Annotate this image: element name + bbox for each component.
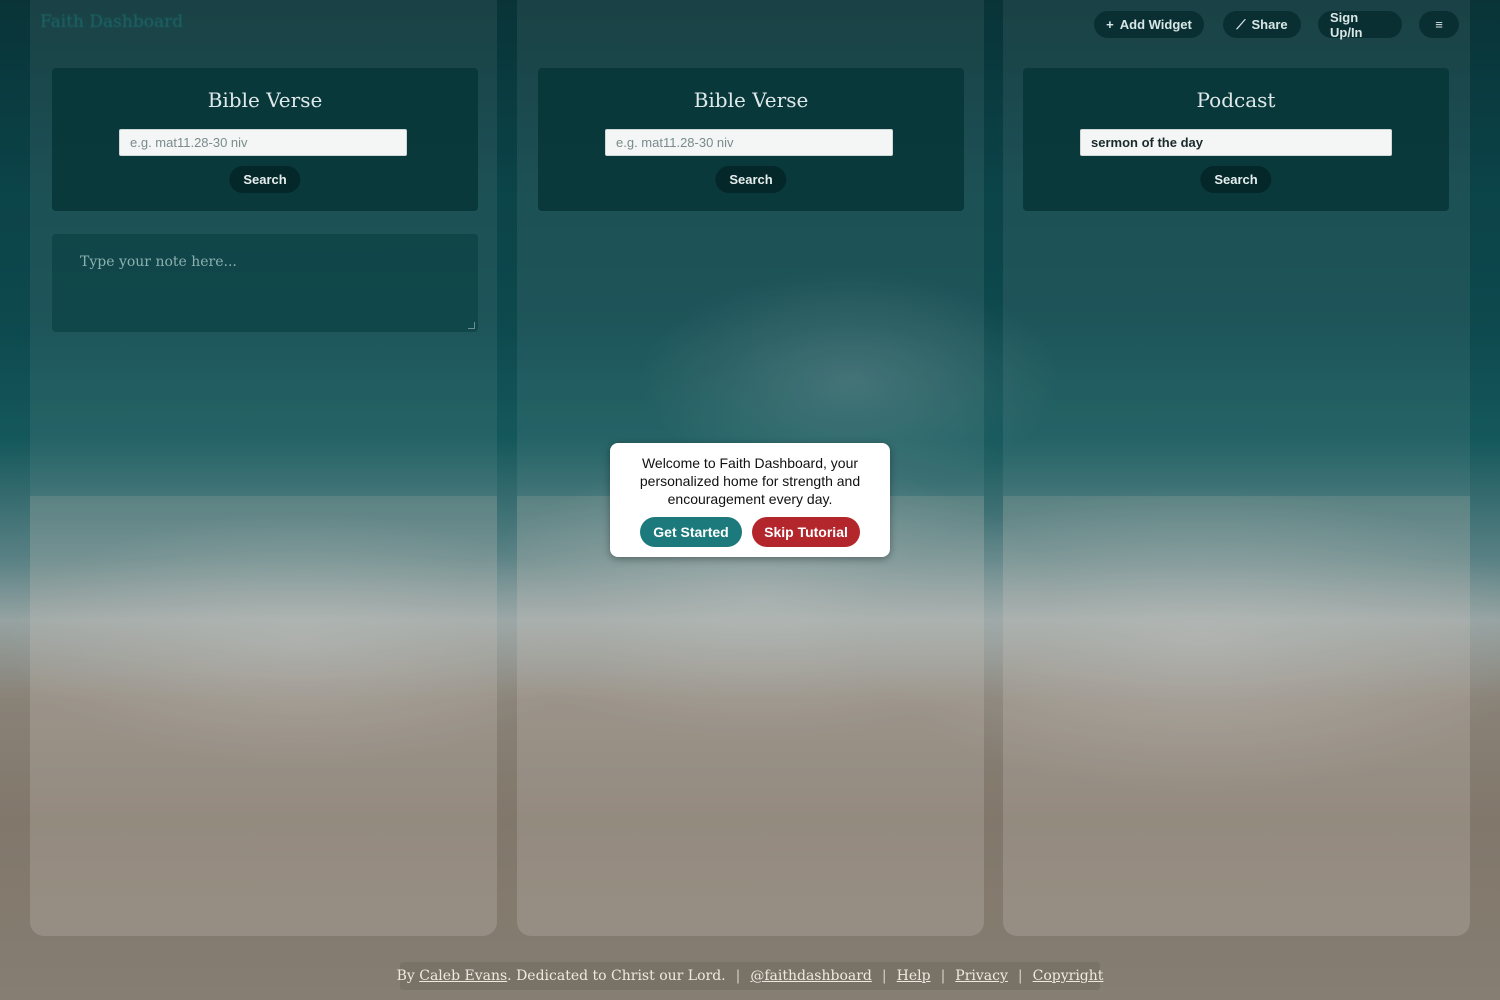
resize-handle-icon[interactable] — [468, 322, 475, 329]
note-widget[interactable]: Type your note here... — [52, 234, 478, 332]
search-button[interactable]: Search — [1200, 166, 1272, 193]
column-lower-area — [517, 496, 984, 936]
footer-by: By — [396, 968, 415, 984]
get-started-button[interactable]: Get Started — [640, 517, 742, 547]
sign-in-label: Sign Up/In — [1330, 9, 1363, 40]
footer-separator: | — [940, 968, 946, 984]
add-widget-label: Add Widget — [1119, 17, 1192, 32]
podcast-search-input[interactable]: sermon of the day — [1080, 129, 1392, 156]
footer-separator: | — [1017, 968, 1023, 984]
copyright-link[interactable]: Copyright — [1033, 968, 1104, 984]
widget-title: Bible Verse — [207, 88, 323, 112]
column-lower-area — [1003, 496, 1470, 936]
social-handle-link[interactable]: @faithdashboard — [750, 968, 872, 984]
welcome-message: Welcome to Faith Dashboard, your persona… — [639, 455, 861, 507]
bible-verse-widget-1: Bible Verse e.g. mat11.28-30 niv Search — [52, 68, 478, 211]
bible-verse-widget-2: Bible Verse e.g. mat11.28-30 niv Search — [538, 68, 964, 211]
plus-icon: + — [1106, 17, 1114, 32]
privacy-link[interactable]: Privacy — [955, 968, 1008, 984]
podcast-widget: Podcast sermon of the day Search — [1023, 68, 1449, 211]
skip-tutorial-button[interactable]: Skip Tutorial — [752, 517, 860, 547]
verse-search-input[interactable]: e.g. mat11.28-30 niv — [605, 129, 893, 156]
add-widget-button[interactable]: + Add Widget — [1094, 11, 1204, 38]
share-icon: ⟋ — [1236, 16, 1246, 32]
footer-dedication: . Dedicated to Christ our Lord. — [507, 968, 726, 984]
help-link[interactable]: Help — [897, 968, 931, 984]
widget-title: Bible Verse — [693, 88, 809, 112]
app-title[interactable]: Faith Dashboard — [40, 12, 183, 32]
author-link[interactable]: Caleb Evans — [419, 968, 507, 984]
welcome-tutorial-dialog: Welcome to Faith Dashboard, your persona… — [610, 443, 890, 557]
header: Faith Dashboard + Add Widget ⟋ Share Sig… — [0, 0, 1500, 50]
footer-credit: By Caleb Evans. Dedicated to Christ our … — [397, 968, 726, 984]
menu-button[interactable]: ≡ — [1419, 11, 1459, 38]
share-button[interactable]: ⟋ Share — [1223, 11, 1301, 38]
column-lower-area — [30, 496, 497, 936]
footer-separator: | — [881, 968, 887, 984]
note-textarea[interactable]: Type your note here... — [80, 254, 237, 270]
search-button[interactable]: Search — [229, 166, 301, 193]
footer-separator: | — [735, 968, 741, 984]
share-label: Share — [1251, 17, 1288, 32]
hamburger-menu-icon: ≡ — [1435, 17, 1443, 32]
widget-title: Podcast — [1196, 88, 1276, 112]
sign-in-button[interactable]: Sign Up/In — [1318, 9, 1402, 40]
search-button[interactable]: Search — [715, 166, 787, 193]
footer: By Caleb Evans. Dedicated to Christ our … — [397, 962, 1103, 990]
verse-search-input[interactable]: e.g. mat11.28-30 niv — [119, 129, 407, 156]
